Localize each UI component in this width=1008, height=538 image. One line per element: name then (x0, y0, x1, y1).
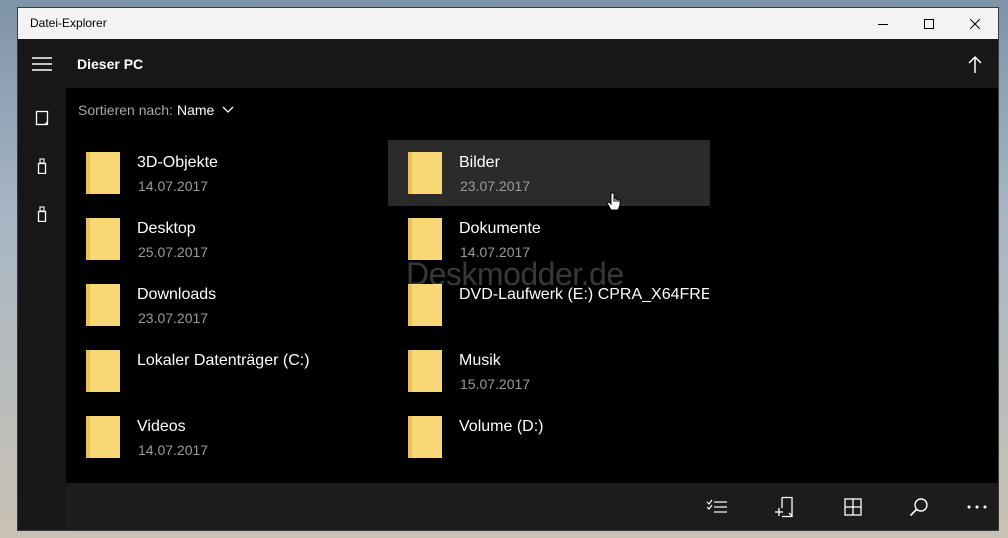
item-name: Desktop (137, 220, 196, 237)
rail-item-this-pc[interactable] (18, 98, 66, 138)
item-name: Downloads (137, 286, 217, 303)
search-button[interactable] (902, 491, 936, 523)
rail-item-drive-1[interactable] (18, 146, 66, 186)
item-date: 23.07.2017 (460, 178, 531, 194)
folder-icon (86, 284, 120, 326)
maximize-button[interactable] (906, 8, 952, 39)
usb-drive-icon (37, 206, 47, 222)
folder-icon (86, 152, 120, 194)
folder-item-music[interactable]: Musik 15.07.2017 (388, 338, 710, 404)
item-name: Musik (459, 352, 501, 369)
search-icon (909, 498, 928, 517)
chevron-down-icon (222, 106, 234, 113)
current-location: Dieser PC (77, 56, 144, 72)
select-button[interactable] (700, 491, 734, 523)
up-button[interactable] (960, 49, 990, 79)
item-date: 14.07.2017 (138, 442, 209, 458)
title-bar: Datei-Explorer (18, 8, 998, 39)
menu-button[interactable] (18, 39, 66, 88)
select-list-icon (706, 499, 727, 513)
folder-icon (86, 416, 120, 458)
command-bar (66, 483, 998, 530)
item-date: 25.07.2017 (138, 244, 209, 260)
item-name: Volume (D:) (459, 418, 544, 435)
left-navigation-rail (18, 88, 66, 530)
rail-item-drive-2[interactable] (18, 194, 66, 234)
item-name: Videos (137, 418, 186, 435)
grid-view-icon (844, 498, 862, 516)
drive-item-d[interactable]: Volume (D:) (388, 404, 710, 470)
hand-cursor-icon (606, 192, 621, 211)
folder-item-pictures[interactable]: Bilder 23.07.2017 (388, 140, 710, 206)
folder-icon (86, 218, 120, 260)
item-date: 14.07.2017 (138, 178, 209, 194)
watermark: Deskmodder.de (406, 256, 624, 292)
file-list: Sortieren nach: Name 3D-Objekte 14.07.20… (66, 88, 998, 483)
folder-icon (408, 416, 442, 458)
close-button[interactable] (952, 8, 998, 39)
folder-item-downloads[interactable]: Downloads 23.07.2017 (66, 272, 388, 338)
hamburger-icon (32, 56, 52, 71)
up-arrow-icon (968, 55, 982, 73)
sort-control[interactable]: Sortieren nach: Name (78, 102, 234, 118)
sort-value: Name (176, 102, 215, 118)
item-date: 23.07.2017 (138, 310, 209, 326)
folder-item-videos[interactable]: Videos 14.07.2017 (66, 404, 388, 470)
minimize-button[interactable] (860, 8, 906, 39)
folder-item-3d-objects[interactable]: 3D-Objekte 14.07.2017 (66, 140, 388, 206)
item-date: 15.07.2017 (460, 376, 531, 392)
new-item-icon (775, 496, 793, 518)
new-button[interactable] (768, 491, 802, 523)
navigation-header: Dieser PC (18, 39, 998, 88)
folder-item-desktop[interactable]: Desktop 25.07.2017 (66, 206, 388, 272)
item-name: 3D-Objekte (137, 154, 218, 171)
more-icon (967, 505, 987, 509)
folder-icon (408, 350, 442, 392)
item-name: Dokumente (459, 220, 541, 237)
minimize-icon (878, 23, 888, 25)
folder-icon (86, 350, 120, 392)
more-button[interactable] (960, 491, 994, 523)
item-name: Bilder (459, 154, 500, 171)
tablet-device-icon (35, 110, 49, 126)
folder-icon (408, 218, 442, 260)
drive-item-c[interactable]: Lokaler Datenträger (C:) (66, 338, 388, 404)
item-name: Lokaler Datenträger (C:) (137, 352, 310, 369)
maximize-icon (924, 18, 934, 29)
file-explorer-window: Datei-Explorer Dieser PC Sortieren nach:… (18, 8, 998, 530)
sort-label: Sortieren nach: (78, 102, 173, 118)
window-title: Datei-Explorer (30, 16, 107, 30)
close-icon (970, 18, 980, 29)
view-button[interactable] (836, 491, 870, 523)
folder-icon (408, 152, 442, 194)
usb-drive-icon (37, 158, 47, 174)
